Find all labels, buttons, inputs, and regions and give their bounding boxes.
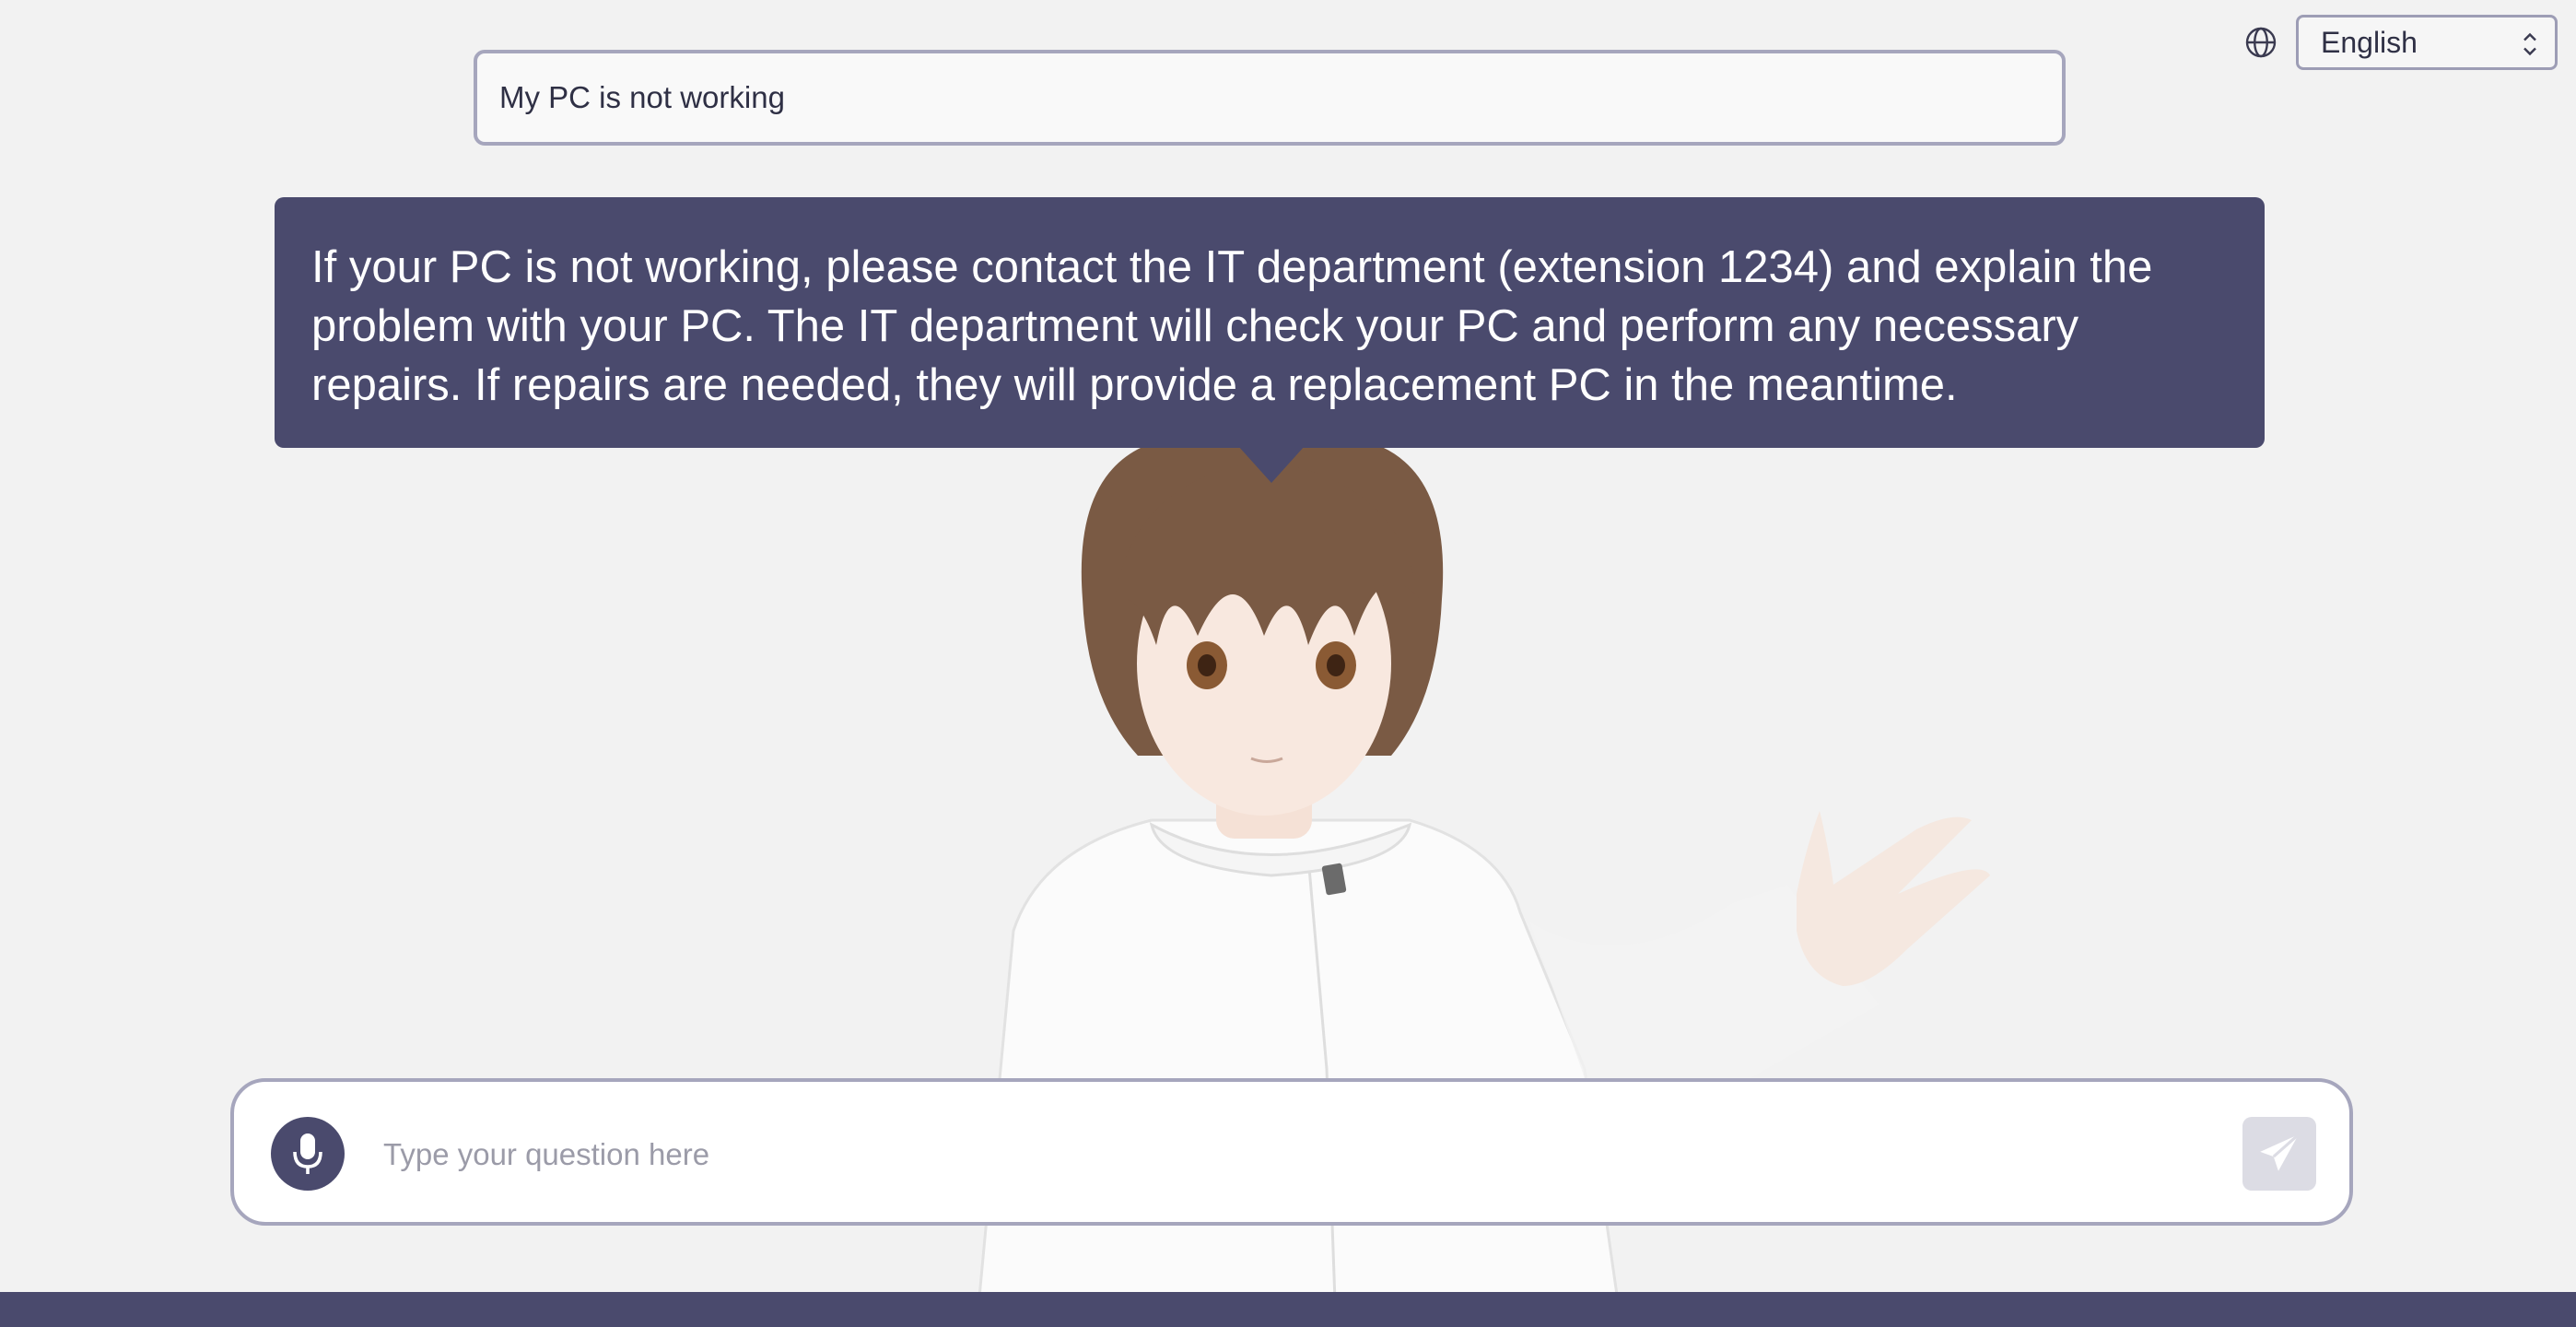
footer-bar: [0, 1292, 2576, 1327]
avatar-jacket: [975, 818, 1623, 1327]
avatar-face: [1137, 511, 1391, 816]
question-input[interactable]: [381, 1113, 2136, 1196]
microphone-button[interactable]: [271, 1117, 345, 1191]
avatar-sleeve: [1529, 885, 1879, 1087]
speech-bubble-tail: [1238, 446, 1305, 483]
send-button[interactable]: [2242, 1117, 2316, 1191]
answer-speech-bubble: If your PC is not working, please contac…: [275, 197, 2265, 448]
paper-plane-icon: [2260, 1133, 2300, 1171]
avatar-left-eye: [1187, 641, 1227, 689]
microphone-icon: [293, 1133, 322, 1174]
chevron-up-down-icon: [2523, 32, 2536, 56]
question-text: My PC is not working: [499, 80, 785, 114]
language-select[interactable]: English: [2296, 15, 2558, 70]
language-select-value: English: [2321, 25, 2418, 59]
avatar-hand: [1797, 811, 1990, 986]
avatar-right-eye: [1316, 641, 1356, 689]
question-display: My PC is not working: [474, 50, 2066, 146]
chat-input-bar: [230, 1078, 2353, 1226]
answer-text: If your PC is not working, please contac…: [311, 242, 2153, 410]
globe-icon: [2245, 27, 2277, 58]
